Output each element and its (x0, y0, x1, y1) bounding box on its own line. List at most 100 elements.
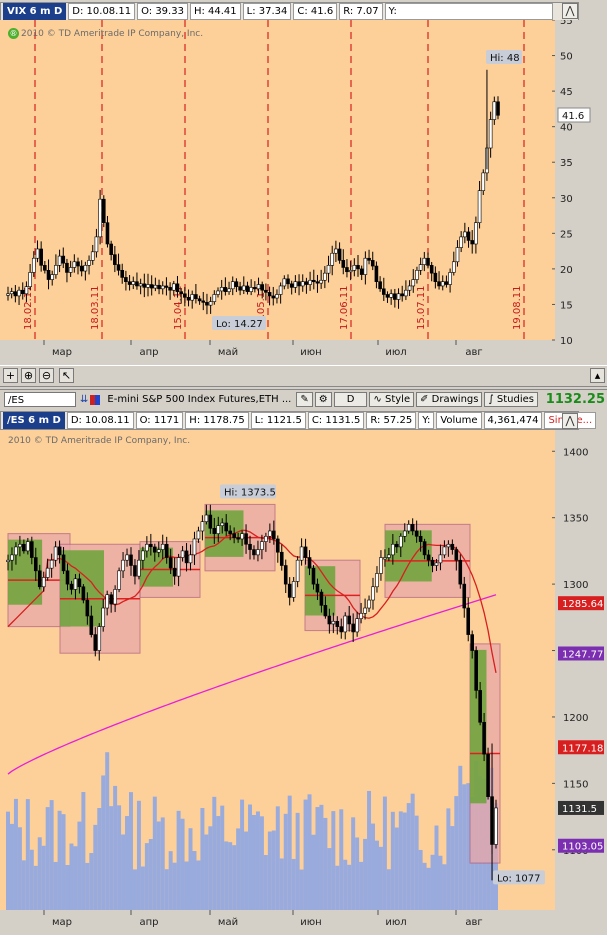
es-candle-body (160, 543, 165, 550)
es-candle-body (383, 557, 387, 560)
es-candle-body (331, 621, 336, 625)
volume-bar (160, 817, 165, 910)
volume-bar (263, 855, 268, 910)
volume-bar (367, 790, 372, 910)
volume-bar (259, 816, 264, 910)
es-candle-body (307, 557, 312, 569)
x-tick-label: апр (139, 917, 158, 928)
wrench-icon[interactable]: ⚙ (314, 392, 332, 407)
vix-candle-body (50, 274, 55, 280)
crosshair-icon[interactable]: + (3, 368, 18, 383)
volume-bar (85, 862, 90, 910)
last-price-tag: 41.6 (562, 111, 584, 122)
volume-bar (224, 841, 229, 910)
volume-bar (299, 869, 304, 910)
volume-bar (355, 837, 360, 910)
link-arrows-icon[interactable]: ⇊ (80, 394, 88, 405)
volume-label: Volume (436, 412, 482, 429)
volume-bar (73, 846, 78, 910)
vix-candle-body (492, 101, 497, 120)
x-tick-label: авг (465, 347, 482, 358)
es-candle-body (33, 557, 38, 572)
volume-bar (351, 817, 356, 910)
volume-bar (287, 795, 292, 910)
drawings-button[interactable]: ✐ Drawings (416, 392, 483, 407)
y-tick-label: 1400 (563, 447, 588, 458)
y-tick-label: 1200 (563, 713, 588, 724)
es-candle-body (248, 543, 252, 550)
top-close-readout: C: 41.6 (293, 3, 338, 20)
es-candle-body (387, 554, 391, 558)
vix-candle-body (131, 281, 136, 285)
vix-candle-body (345, 267, 349, 273)
volume-bar (152, 796, 157, 910)
volume-bar (89, 853, 94, 910)
volume-bar (220, 805, 225, 910)
es-candle-body (275, 538, 280, 553)
volume-bar (228, 842, 233, 910)
x-tick-label: авг (465, 917, 482, 928)
vix-candle-body (57, 255, 62, 266)
top-chart-header: VIX 6 m D D: 10.08.11 O: 39.33 H: 44.41 … (0, 2, 579, 21)
volume-bar (6, 811, 10, 910)
vix-candle-body (289, 283, 294, 288)
vix-candle-body (230, 281, 235, 290)
volume-bar (343, 859, 348, 910)
es-candle-body (22, 543, 26, 552)
y-tick-label: 10 (560, 336, 573, 347)
vix-candle-body (440, 281, 445, 287)
vix-candle-body (437, 281, 441, 287)
volume-bar (430, 854, 435, 910)
vix-candle-body (488, 119, 493, 149)
es-candle-body (442, 546, 447, 556)
vix-candle-body (337, 248, 342, 261)
symbol-input[interactable]: /ES (4, 392, 76, 407)
hi-label: Hi: 48 (490, 53, 520, 64)
bottom-chart-settings-icon[interactable]: ⋀ (562, 413, 578, 429)
y-tick-label: 20 (560, 265, 573, 276)
vix-candle-body (433, 272, 438, 282)
style-button[interactable]: ∿ Style (369, 392, 415, 407)
top-plot-area (0, 20, 555, 340)
studies-icon: ∫ (488, 394, 497, 405)
lo-label: Lo: 14.27 (216, 319, 263, 330)
volume-bar (303, 799, 308, 910)
top-low-readout: L: 37.34 (242, 3, 292, 20)
es-candle-body (232, 533, 236, 538)
es-candle-body (315, 583, 320, 593)
es-candle-body (200, 521, 205, 532)
es-candle-body (272, 530, 276, 540)
vix-candle-body (282, 278, 287, 287)
es-candle-body (462, 583, 467, 609)
top-yield-readout: Y: (384, 3, 553, 20)
volume-bar (279, 858, 284, 910)
zoom-out-icon[interactable]: ⊖ (39, 368, 54, 383)
volume-readout: 4,361,474 (483, 412, 543, 429)
bottom-symbol-label[interactable]: /ES 6 m D (3, 412, 65, 429)
es-candle-body (363, 607, 367, 614)
collapse-icon[interactable]: ▴ (590, 368, 605, 383)
volume-bar (105, 752, 110, 910)
top-symbol-label[interactable]: VIX 6 m D (3, 3, 67, 20)
top-chart-settings-icon[interactable]: ⋀ (562, 3, 578, 19)
volume-bar (41, 845, 46, 910)
es-chart: 14001350130012501200115011001285.641247.… (0, 430, 607, 935)
bottom-low-readout: L: 1121.5 (250, 412, 306, 429)
volume-bar (132, 869, 137, 910)
volume-bar (33, 865, 38, 910)
period-button[interactable]: D (333, 392, 368, 407)
es-candle-body (61, 554, 66, 572)
es-candle-body (260, 541, 264, 550)
volume-bar (244, 831, 249, 910)
zoom-in-icon[interactable]: ⊕ (21, 368, 36, 383)
es-candle-body (97, 626, 102, 651)
pointer-icon[interactable]: ↖ (59, 368, 74, 383)
es-candle-body (45, 567, 50, 578)
studies-button[interactable]: ∫ Studies (484, 392, 538, 407)
es-candle-body (53, 546, 58, 561)
vix-candle-body (46, 270, 51, 280)
color-squares-icon[interactable] (90, 394, 101, 405)
x-tick-label: май (218, 347, 238, 358)
tools-icon[interactable]: ✎ (296, 392, 313, 407)
es-candle-body (375, 573, 379, 588)
